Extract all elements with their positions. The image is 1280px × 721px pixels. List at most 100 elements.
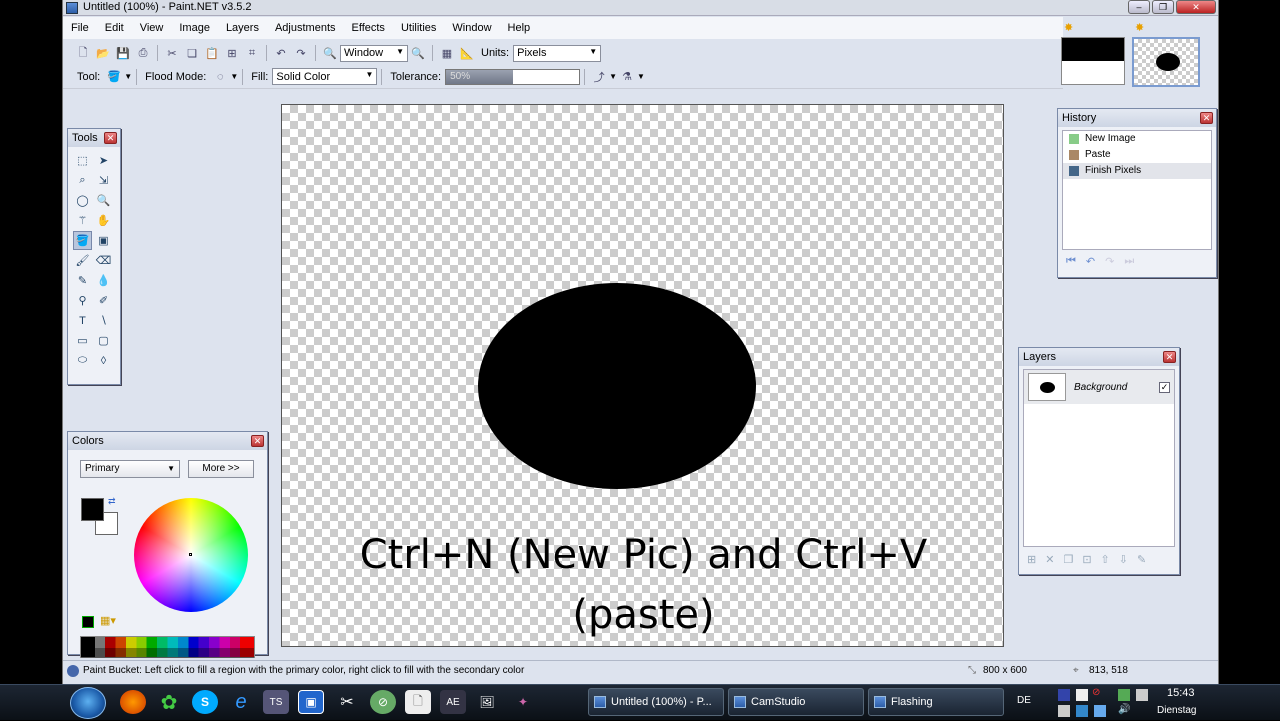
pencil-icon[interactable]: ✎ xyxy=(73,271,92,290)
layer-row[interactable]: Background ✓ xyxy=(1024,370,1174,404)
crop-icon[interactable]: ⌗ xyxy=(244,45,260,61)
fill-select[interactable]: Solid Color ▼ xyxy=(272,68,378,85)
menu-window[interactable]: Window xyxy=(444,18,499,38)
undo-icon[interactable]: ↶ xyxy=(273,45,289,61)
paint-bucket-icon[interactable]: 🪣 xyxy=(73,231,92,250)
ellipse-icon[interactable]: ⬭ xyxy=(73,351,92,370)
skype-icon[interactable]: S xyxy=(192,690,218,714)
blend-mode-icon[interactable]: ⚗ xyxy=(619,69,635,85)
minimize-button[interactable]: – xyxy=(1128,0,1150,14)
clock-time[interactable]: 15:43 xyxy=(1167,687,1195,699)
line-curve-icon[interactable]: ∖ xyxy=(94,311,113,330)
zoom-out-icon[interactable]: 🔍 xyxy=(322,45,338,61)
paintbrush-icon[interactable]: 🖌 xyxy=(73,251,92,270)
chevron-down-icon[interactable]: ▼ xyxy=(609,72,617,81)
redo-icon[interactable]: ↷ xyxy=(293,45,309,61)
recolor-icon[interactable]: ✐ xyxy=(94,291,113,310)
history-item[interactable]: Paste xyxy=(1063,147,1211,163)
tray-icon[interactable] xyxy=(1058,689,1070,701)
layer-visible-checkbox[interactable]: ✓ xyxy=(1159,381,1170,393)
scissors-icon[interactable]: ✂ xyxy=(334,690,360,714)
cut-icon[interactable]: ✂ xyxy=(164,45,180,61)
clock-day[interactable]: Dienstag xyxy=(1157,705,1196,716)
tolerance-slider[interactable]: 50% xyxy=(445,68,581,85)
rectangle-select-icon[interactable]: ⬚ xyxy=(73,151,92,170)
redo-icon[interactable]: ↷ xyxy=(1105,255,1114,268)
lasso-select-icon[interactable]: ⌕ xyxy=(73,171,92,190)
tray-icon[interactable]: ⊘ xyxy=(1092,687,1100,698)
text-icon[interactable]: T xyxy=(73,311,92,330)
close-icon[interactable]: ✕ xyxy=(251,435,264,447)
zoom-icon[interactable]: 🔍 xyxy=(94,191,113,210)
image-viewer-icon[interactable]: 🖼 xyxy=(474,690,500,714)
history-item[interactable]: Finish Pixels xyxy=(1063,163,1211,179)
menu-layers[interactable]: Layers xyxy=(218,18,267,38)
image-canvas[interactable]: Ctrl+N (New Pic) and Ctrl+V (paste) xyxy=(281,104,1004,647)
freeform-shape-icon[interactable]: ◊ xyxy=(94,351,113,370)
flood-mode-icon[interactable]: ◌ xyxy=(212,69,228,85)
print-icon[interactable]: ⎙ xyxy=(135,45,151,61)
menu-help[interactable]: Help xyxy=(500,18,539,38)
menu-view[interactable]: View xyxy=(132,18,172,38)
rectangle-icon[interactable]: ▭ xyxy=(73,331,92,350)
task-paintnet[interactable]: Untitled (100%) - P... xyxy=(588,688,724,716)
tray-icon[interactable] xyxy=(1076,705,1088,717)
app-icon[interactable]: ⊘ xyxy=(370,690,396,714)
new-file-icon[interactable]: 🗋 xyxy=(75,45,91,61)
paint-bucket-icon[interactable]: 🪣 xyxy=(106,69,122,85)
menu-edit[interactable]: Edit xyxy=(97,18,132,38)
menu-image[interactable]: Image xyxy=(171,18,218,38)
image-tab-thumbnail-active[interactable] xyxy=(1132,37,1200,87)
volume-icon[interactable]: 🔊 xyxy=(1118,704,1130,715)
palette-icon[interactable] xyxy=(82,616,94,628)
delete-layer-icon[interactable]: ✕ xyxy=(1045,553,1054,566)
task-camstudio[interactable]: CamStudio xyxy=(728,688,864,716)
language-indicator[interactable]: DE xyxy=(1017,695,1031,706)
internet-explorer-icon[interactable]: e xyxy=(228,690,254,714)
close-icon[interactable]: ✕ xyxy=(1163,351,1176,363)
copy-icon[interactable]: ❏ xyxy=(184,45,200,61)
magic-wand-icon[interactable]: ⚚ xyxy=(73,211,92,230)
firefox-icon[interactable] xyxy=(120,690,146,714)
rounded-rectangle-icon[interactable]: ▢ xyxy=(94,331,113,350)
tray-icon[interactable] xyxy=(1094,705,1106,717)
close-icon[interactable]: ✕ xyxy=(104,132,117,144)
ruler-icon[interactable]: 📐 xyxy=(459,45,475,61)
icq-icon[interactable]: ✿ xyxy=(156,690,182,714)
zoom-in-icon[interactable]: 🔍 xyxy=(410,45,426,61)
units-select[interactable]: Pixels ▼ xyxy=(513,44,602,62)
close-button[interactable]: ✕ xyxy=(1176,0,1216,14)
restore-button[interactable]: ❐ xyxy=(1152,0,1174,14)
paste-new-icon[interactable]: ⊞ xyxy=(224,45,240,61)
eraser-icon[interactable]: ⌫ xyxy=(94,251,113,270)
misc-app-icon[interactable]: ✦ xyxy=(510,690,536,714)
start-button[interactable] xyxy=(70,687,106,719)
tray-icon[interactable] xyxy=(1118,689,1130,701)
color-wheel[interactable] xyxy=(134,498,248,612)
menu-file[interactable]: File xyxy=(63,18,97,38)
teamspeak-icon[interactable]: TS xyxy=(263,690,289,714)
tray-icon[interactable] xyxy=(1136,689,1148,701)
close-icon[interactable]: ✕ xyxy=(1200,112,1213,124)
tray-icon[interactable] xyxy=(1076,689,1088,701)
undo-icon[interactable]: ↶ xyxy=(1086,255,1095,268)
duplicate-layer-icon[interactable]: ❐ xyxy=(1063,553,1073,566)
chevron-down-icon[interactable]: ▼ xyxy=(124,72,132,81)
paste-icon[interactable]: 📋 xyxy=(204,45,220,61)
open-file-icon[interactable]: 📂 xyxy=(95,45,111,61)
pan-icon[interactable]: ✋ xyxy=(94,211,113,230)
menu-utilities[interactable]: Utilities xyxy=(393,18,444,38)
fast-forward-icon[interactable]: ⏭ xyxy=(1124,255,1134,268)
swap-colors-icon[interactable]: ⇄ xyxy=(108,496,116,507)
after-effects-icon[interactable]: AE xyxy=(440,690,466,714)
ellipse-select-icon[interactable]: ◯ xyxy=(73,191,92,210)
merge-layer-icon[interactable]: ⊡ xyxy=(1082,553,1091,566)
menu-effects[interactable]: Effects xyxy=(344,18,393,38)
more-colors-button[interactable]: More >> xyxy=(188,460,254,478)
grid-icon[interactable]: ▦ xyxy=(439,45,455,61)
save-icon[interactable]: 💾 xyxy=(115,45,131,61)
color-mode-select[interactable]: Primary ▼ xyxy=(80,460,180,478)
move-layer-down-icon[interactable]: ⇩ xyxy=(1119,553,1128,566)
chevron-down-icon[interactable]: ▼ xyxy=(230,72,238,81)
clone-stamp-icon[interactable]: ⚲ xyxy=(73,291,92,310)
